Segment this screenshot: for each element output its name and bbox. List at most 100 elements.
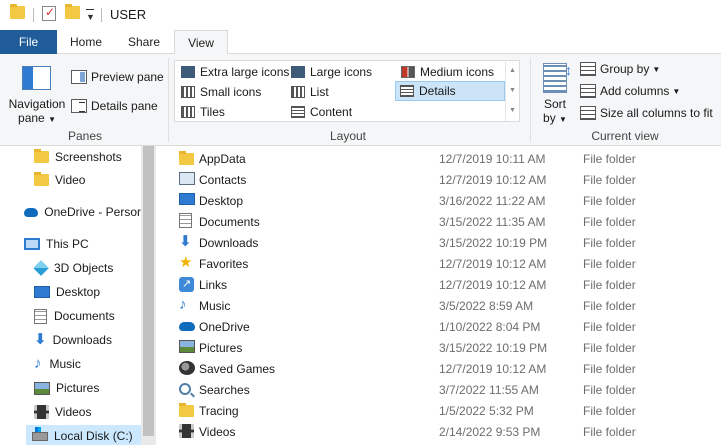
details-pane-icon bbox=[71, 99, 87, 113]
divider bbox=[101, 8, 102, 22]
layout-tiles[interactable]: Tiles bbox=[177, 102, 225, 122]
divider bbox=[33, 8, 34, 22]
navigation-scrollbar[interactable] bbox=[141, 146, 156, 445]
ribbon: Navigation pane ▼ Preview pane Details p… bbox=[0, 54, 721, 146]
group-by-button[interactable]: Group by ▼ bbox=[580, 60, 660, 78]
nav-item-documents[interactable]: Documents bbox=[34, 305, 115, 327]
layout-small-icons[interactable]: Small icons bbox=[177, 82, 261, 102]
star-icon: ★ bbox=[179, 254, 193, 271]
table-row[interactable]: Contacts 12/7/2019 10:12 AM File folder bbox=[157, 169, 721, 190]
group-by-label: Group by bbox=[600, 62, 650, 76]
layout-content[interactable]: Content bbox=[287, 102, 352, 122]
properties-icon[interactable] bbox=[42, 5, 56, 21]
tab-file[interactable]: File bbox=[0, 30, 57, 54]
music-icon: ♪ bbox=[179, 296, 187, 313]
nav-item-local-disk[interactable]: Local Disk (C:) bbox=[26, 425, 141, 445]
layout-item-label: Tiles bbox=[200, 105, 225, 119]
nav-item-downloads[interactable]: ⬇ Downloads bbox=[34, 329, 112, 351]
gallery-scroll[interactable]: ▲ ▼ ▼ bbox=[505, 61, 519, 121]
nav-item-label: Music bbox=[49, 357, 81, 371]
nav-item-desktop[interactable]: Desktop bbox=[34, 281, 100, 303]
size-all-columns-button[interactable]: Size all columns to fit bbox=[580, 104, 713, 122]
preview-pane-button[interactable]: Preview pane bbox=[71, 68, 164, 86]
medium-icons-icon bbox=[401, 66, 415, 78]
file-date: 12/7/2019 10:12 AM bbox=[439, 172, 547, 187]
file-name: Music bbox=[199, 298, 231, 313]
music-icon: ♪ bbox=[34, 355, 42, 372]
folder-icon bbox=[179, 403, 194, 417]
nav-item-label: OneDrive - Persor bbox=[44, 205, 141, 219]
customize-toolbar-icon[interactable]: ▼ bbox=[86, 9, 95, 22]
nav-item-onedrive[interactable]: OneDrive - Persor bbox=[24, 201, 141, 223]
add-columns-icon bbox=[580, 84, 596, 98]
folder-icon bbox=[34, 172, 49, 186]
layout-list[interactable]: List bbox=[287, 82, 329, 102]
nav-item-this-pc[interactable]: This PC bbox=[24, 233, 89, 255]
file-type: File folder bbox=[583, 172, 636, 187]
download-icon: ⬇ bbox=[34, 331, 47, 348]
file-date: 3/15/2022 11:35 AM bbox=[439, 214, 546, 229]
nav-item-label: Videos bbox=[55, 405, 92, 419]
table-row[interactable]: AppData 12/7/2019 10:11 AM File folder bbox=[157, 148, 721, 169]
layout-details[interactable]: Details bbox=[395, 81, 505, 101]
divider bbox=[168, 58, 169, 142]
file-name: Pictures bbox=[199, 340, 243, 355]
file-date: 12/7/2019 10:12 AM bbox=[439, 277, 547, 292]
table-row[interactable]: Searches 3/7/2022 11:55 AM File folder bbox=[157, 379, 721, 400]
table-row[interactable]: Videos 2/14/2022 9:53 PM File folder bbox=[157, 421, 721, 442]
table-row[interactable]: ★ Favorites 12/7/2019 10:12 AM File fold… bbox=[157, 253, 721, 274]
table-row[interactable]: Saved Games 12/7/2019 10:12 AM File fold… bbox=[157, 358, 721, 379]
chevron-up-icon[interactable]: ▲ bbox=[506, 61, 519, 81]
table-row[interactable]: Desktop 3/16/2022 11:22 AM File folder bbox=[157, 190, 721, 211]
details-pane-button[interactable]: Details pane bbox=[71, 97, 158, 115]
tab-view[interactable]: View bbox=[174, 30, 228, 55]
new-folder-icon[interactable] bbox=[65, 4, 80, 19]
layout-extra-large-icons[interactable]: Extra large icons bbox=[177, 62, 289, 82]
nav-item-videos[interactable]: Videos bbox=[34, 401, 91, 423]
chevron-down-icon: ▼ bbox=[672, 86, 681, 96]
file-date: 3/16/2022 11:22 AM bbox=[439, 193, 546, 208]
add-columns-button[interactable]: Add columns ▼ bbox=[580, 82, 680, 100]
nav-item-label: Screenshots bbox=[55, 150, 122, 164]
file-type: File folder bbox=[583, 193, 636, 208]
layout-gallery: Extra large icons Large icons Medium ico… bbox=[174, 60, 520, 122]
nav-item-pictures[interactable]: Pictures bbox=[34, 377, 99, 399]
file-name: Searches bbox=[199, 382, 250, 397]
table-row[interactable]: Documents 3/15/2022 11:35 AM File folder bbox=[157, 211, 721, 232]
file-name: Links bbox=[199, 277, 228, 292]
large-icons-icon bbox=[291, 66, 305, 78]
file-list: AppData 12/7/2019 10:11 AM File folder C… bbox=[157, 146, 721, 445]
tab-share[interactable]: Share bbox=[118, 30, 170, 54]
layout-large-icons[interactable]: Large icons bbox=[287, 62, 372, 82]
file-type: File folder bbox=[583, 298, 636, 313]
preview-pane-label: Preview pane bbox=[91, 70, 164, 84]
file-date: 1/10/2022 8:04 PM bbox=[439, 319, 541, 334]
file-type: File folder bbox=[583, 256, 636, 271]
table-row[interactable]: OneDrive 1/10/2022 8:04 PM File folder bbox=[157, 316, 721, 337]
chevron-down-icon[interactable]: ▼ bbox=[506, 81, 519, 101]
sort-arrow-icon: ↕ bbox=[565, 62, 572, 78]
videos-icon bbox=[34, 405, 49, 419]
table-row[interactable]: ♪ Music 3/5/2022 8:59 AM File folder bbox=[157, 295, 721, 316]
cube-icon bbox=[34, 260, 49, 276]
layout-medium-icons[interactable]: Medium icons bbox=[397, 62, 494, 82]
tab-home[interactable]: Home bbox=[60, 30, 112, 54]
preview-pane-icon bbox=[71, 70, 87, 84]
file-date: 12/7/2019 10:12 AM bbox=[439, 256, 547, 271]
chevron-down-icon: ▼ bbox=[559, 115, 567, 124]
file-name: Contacts bbox=[199, 172, 247, 187]
nav-item-video[interactable]: Video bbox=[34, 169, 85, 191]
file-date: 12/7/2019 10:11 AM bbox=[439, 151, 546, 166]
more-icon[interactable]: ▼ bbox=[506, 101, 519, 121]
navigation-pane-icon bbox=[22, 66, 51, 90]
table-row[interactable]: Pictures 3/15/2022 10:19 PM File folder bbox=[157, 337, 721, 358]
table-row[interactable]: ↗ Links 12/7/2019 10:12 AM File folder bbox=[157, 274, 721, 295]
nav-item-3d-objects[interactable]: 3D Objects bbox=[34, 257, 113, 279]
table-row[interactable]: Tracing 1/5/2022 5:32 PM File folder bbox=[157, 400, 721, 421]
nav-item-screenshots[interactable]: Screenshots bbox=[34, 146, 122, 168]
nav-item-music[interactable]: ♪ Music bbox=[34, 353, 81, 375]
table-row[interactable]: ⬇ Downloads 3/15/2022 10:19 PM File fold… bbox=[157, 232, 721, 253]
document-icon bbox=[179, 213, 192, 228]
file-type: File folder bbox=[583, 382, 636, 397]
onedrive-icon bbox=[24, 207, 39, 217]
